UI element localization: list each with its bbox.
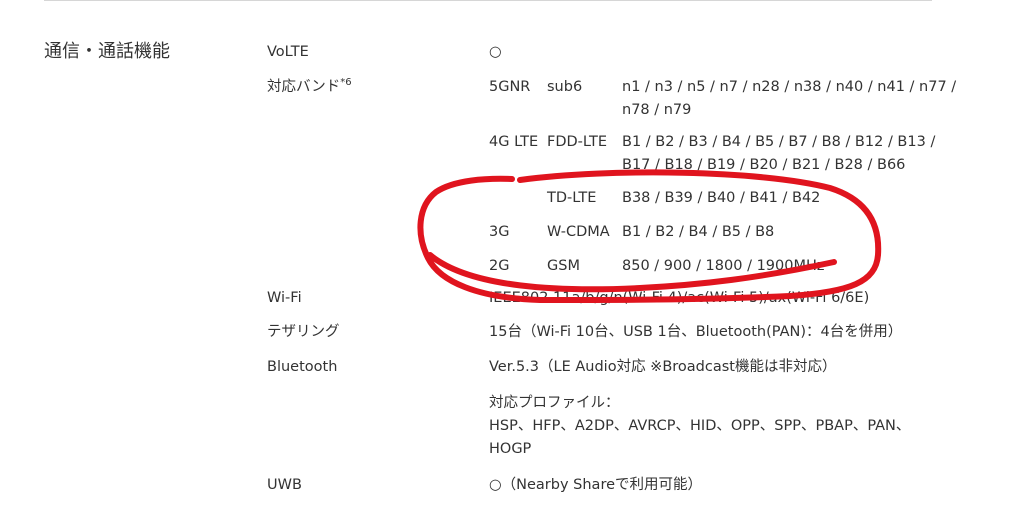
bluetooth-profiles-line1: HSP、HFP、A2DP、AVRCP、HID、OPP、SPP、PBAP、PAN、 <box>489 418 911 434</box>
wifi-value: IEEE802.11a/b/g/n(Wi-Fi 4)/ac(Wi-Fi 5)/a… <box>489 290 870 306</box>
band-list-td-lte: B38 / B39 / B40 / B41 / B42 <box>622 190 821 206</box>
band-type-sub6: sub6 <box>547 79 583 95</box>
top-divider <box>44 0 932 1</box>
tethering-value: 15台（Wi-Fi 10台、USB 1台、Bluetooth(PAN)：4台を併… <box>489 324 903 340</box>
bluetooth-version: Ver.5.3（LE Audio対応 ※Broadcast機能は非対応） <box>489 359 837 375</box>
band-tech-3g: 3G <box>489 224 510 240</box>
bands-footnote: *6 <box>340 77 352 89</box>
band-list-w-cdma: B1 / B2 / B4 / B5 / B8 <box>622 224 775 240</box>
band-type-gsm: GSM <box>547 258 580 274</box>
band-list-fdd-line2: B17 / B18 / B19 / B20 / B21 / B28 / B66 <box>622 157 906 173</box>
band-tech-4glte: 4G LTE <box>489 134 539 150</box>
volte-label: VoLTE <box>267 44 309 60</box>
uwb-label: UWB <box>267 477 302 493</box>
band-tech-5gnr: 5GNR <box>489 79 531 95</box>
bluetooth-label: Bluetooth <box>267 359 338 375</box>
tethering-label: テザリング <box>267 324 340 340</box>
bands-label: 対応バンド*6 <box>267 76 352 99</box>
band-type-td-lte: TD-LTE <box>547 190 597 206</box>
band-type-fdd-lte: FDD-LTE <box>547 134 608 150</box>
wifi-label: Wi-Fi <box>267 290 302 306</box>
uwb-value: ○（Nearby Shareで利用可能） <box>489 477 703 493</box>
bluetooth-profiles-title: 対応プロファイル： <box>489 395 620 411</box>
bluetooth-profiles-line2: HOGP <box>489 441 532 457</box>
band-list-fdd-line1: B1 / B2 / B3 / B4 / B5 / B7 / B8 / B12 /… <box>622 134 936 150</box>
band-type-w-cdma: W-CDMA <box>547 224 610 240</box>
band-list-5g-line1: n1 / n3 / n5 / n7 / n28 / n38 / n40 / n4… <box>622 79 957 95</box>
bands-label-text: 対応バンド <box>267 79 341 95</box>
band-list-gsm: 850 / 900 / 1800 / 1900MHz <box>622 258 825 274</box>
volte-value: ○ <box>489 44 502 60</box>
band-list-5g-line2: n78 / n79 <box>622 102 692 118</box>
band-tech-2g: 2G <box>489 258 510 274</box>
section-title: 通信・通話機能 <box>44 41 170 62</box>
